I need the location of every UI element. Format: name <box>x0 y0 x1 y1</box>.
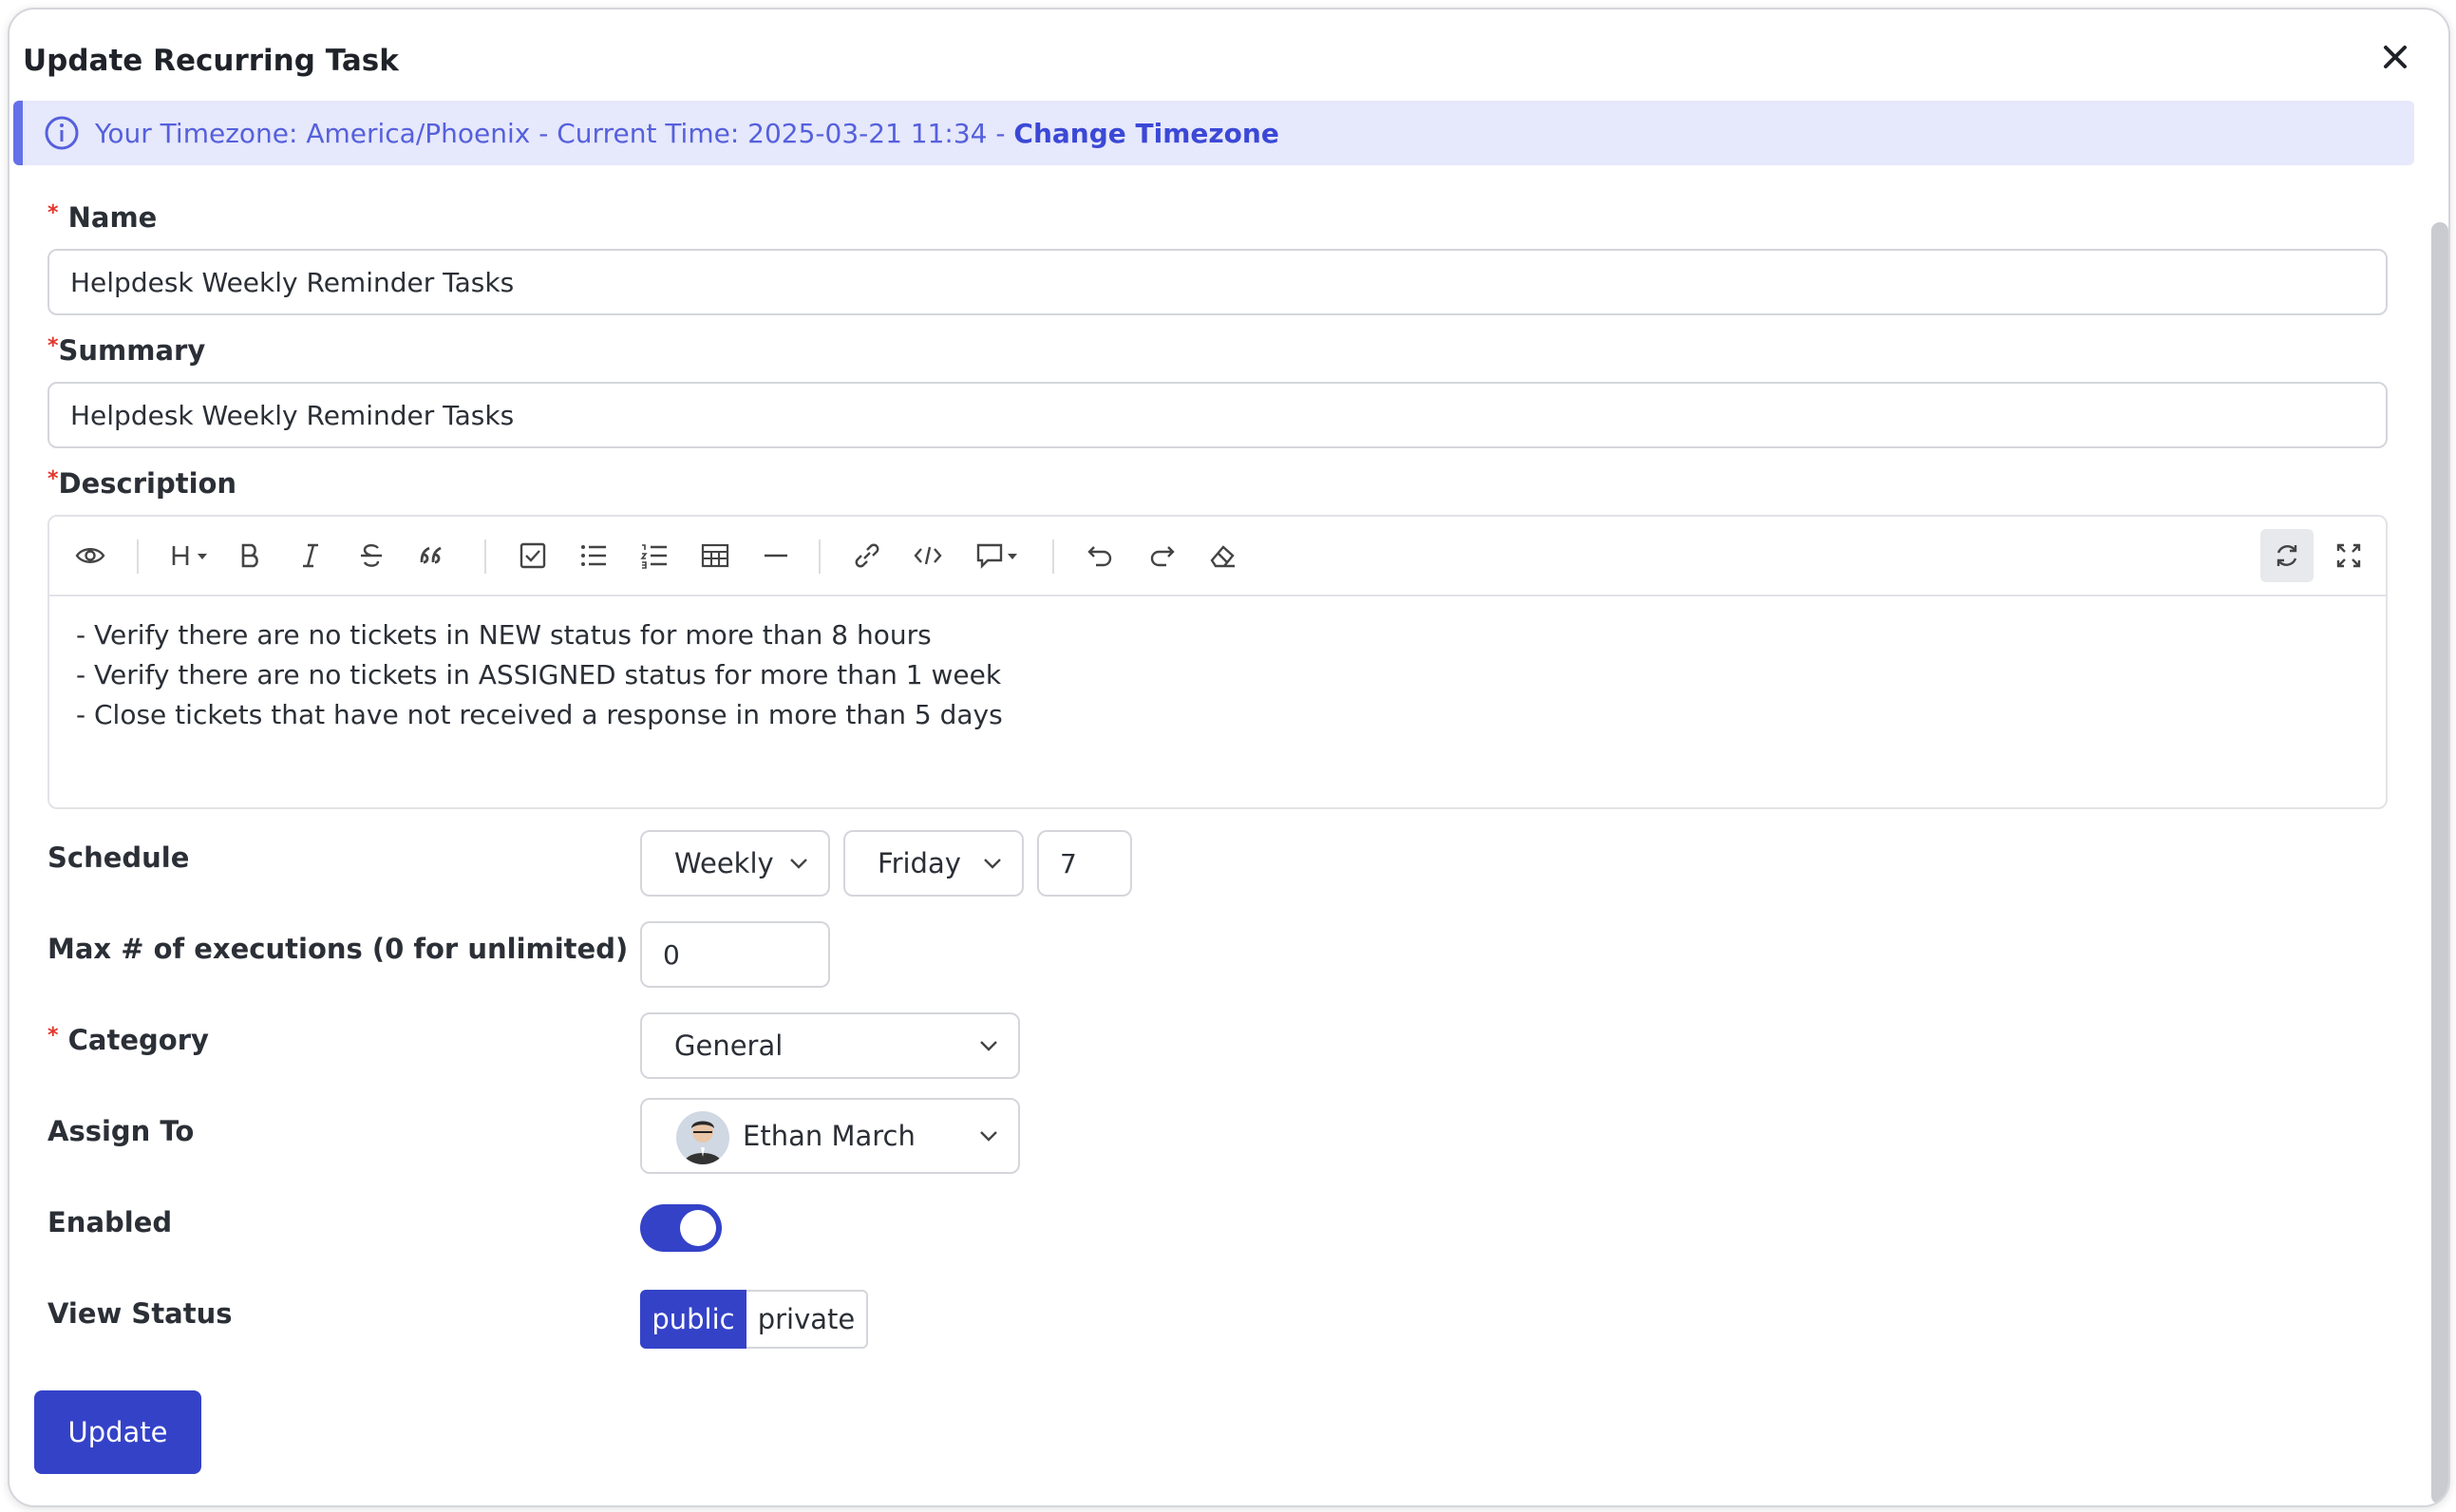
strikethrough-icon[interactable] <box>348 532 395 579</box>
bullet-list-icon[interactable] <box>570 532 617 579</box>
assign-to-label: Assign To <box>47 1115 195 1147</box>
chevron-down-icon <box>980 1131 997 1142</box>
close-icon[interactable] <box>2376 38 2414 76</box>
clear-format-icon[interactable] <box>1199 532 1246 579</box>
description-label: *Description <box>47 467 237 500</box>
max-executions-input[interactable]: 0 <box>640 921 830 988</box>
schedule-label: Schedule <box>47 841 190 874</box>
description-line: - Verify there are no tickets in NEW sta… <box>76 619 932 651</box>
view-status-public-option[interactable]: public <box>640 1290 746 1349</box>
assign-to-value: Ethan March <box>743 1120 916 1152</box>
sync-scroll-icon[interactable] <box>2260 529 2314 582</box>
schedule-day-value: Friday <box>878 847 961 879</box>
dialog-title: Update Recurring Task <box>23 44 399 78</box>
ordered-list-icon[interactable] <box>631 532 678 579</box>
table-icon[interactable] <box>691 532 739 579</box>
description-editor[interactable]: - Verify there are no tickets in NEW sta… <box>47 515 2388 809</box>
schedule-frequency-value: Weekly <box>674 847 774 879</box>
description-line: - Verify there are no tickets in ASSIGNE… <box>76 659 1002 690</box>
chevron-down-icon <box>984 859 1001 869</box>
schedule-hour-input[interactable]: 7 <box>1037 830 1132 897</box>
horizontal-rule-icon[interactable] <box>752 532 800 579</box>
name-label: * Name <box>47 201 158 234</box>
category-value: General <box>674 1030 784 1062</box>
chevron-down-icon <box>790 859 807 869</box>
info-icon <box>45 116 79 150</box>
fullscreen-icon[interactable] <box>2325 532 2372 579</box>
enabled-label: Enabled <box>47 1206 173 1238</box>
bold-icon[interactable] <box>226 532 274 579</box>
toolbar-divider <box>1052 539 1054 574</box>
heading-icon[interactable] <box>160 532 220 579</box>
avatar <box>676 1111 729 1164</box>
category-select[interactable]: General <box>640 1012 1020 1079</box>
description-line: - Close tickets that have not received a… <box>76 699 1003 730</box>
chevron-down-icon <box>980 1041 997 1051</box>
toolbar-divider <box>819 539 821 574</box>
preview-icon[interactable] <box>66 532 114 579</box>
view-status-private-option[interactable]: private <box>746 1290 868 1349</box>
change-timezone-link[interactable]: Change Timezone <box>1013 118 1278 149</box>
editor-toolbar <box>49 517 2386 596</box>
link-icon[interactable] <box>843 532 891 579</box>
timezone-banner: Your Timezone: America/Phoenix - Current… <box>13 101 2414 165</box>
schedule-day-select[interactable]: Friday <box>843 830 1024 897</box>
enabled-toggle[interactable] <box>640 1204 722 1252</box>
timezone-text: Your Timezone: America/Phoenix - Current… <box>95 117 1279 149</box>
toolbar-divider <box>484 539 486 574</box>
code-icon[interactable] <box>904 532 952 579</box>
category-label: * Category <box>47 1024 209 1056</box>
assign-to-select[interactable]: Ethan March <box>640 1098 1020 1174</box>
scrollbar[interactable] <box>2431 222 2448 1504</box>
redo-icon[interactable] <box>1138 532 1185 579</box>
name-input[interactable]: Helpdesk Weekly Reminder Tasks <box>47 249 2388 315</box>
comment-icon[interactable] <box>965 532 1030 579</box>
italic-icon[interactable] <box>287 532 334 579</box>
quote-icon[interactable] <box>408 532 456 579</box>
schedule-frequency-select[interactable]: Weekly <box>640 830 830 897</box>
update-button[interactable]: Update <box>34 1390 201 1474</box>
checklist-icon[interactable] <box>509 532 557 579</box>
toolbar-divider <box>137 539 139 574</box>
undo-icon[interactable] <box>1077 532 1124 579</box>
summary-input[interactable]: Helpdesk Weekly Reminder Tasks <box>47 382 2388 448</box>
max-executions-label: Max # of executions (0 for unlimited) <box>47 933 629 965</box>
view-status-label: View Status <box>47 1297 233 1330</box>
description-content[interactable]: - Verify there are no tickets in NEW sta… <box>76 615 1003 735</box>
toggle-knob <box>680 1210 716 1246</box>
summary-label: *Summary <box>47 334 206 367</box>
